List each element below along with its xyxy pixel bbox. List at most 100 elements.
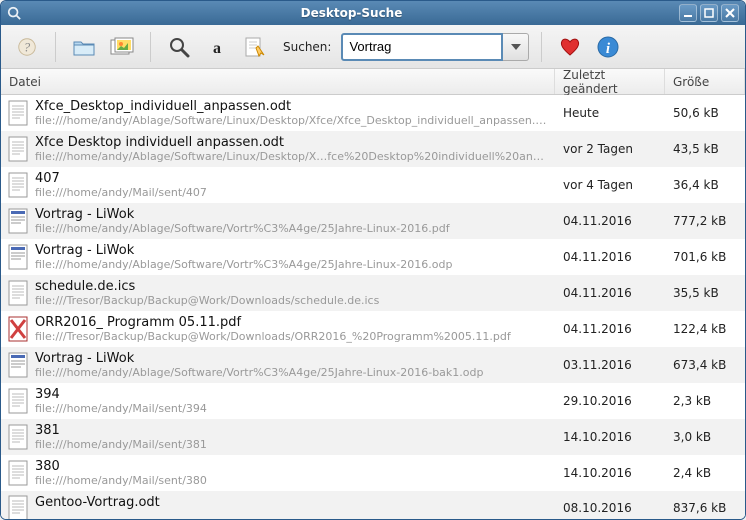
close-button[interactable] bbox=[721, 4, 739, 22]
file-type-icon bbox=[1, 131, 35, 167]
bold-button[interactable]: a bbox=[201, 31, 233, 63]
file-info: Gentoo-Vortrag.odt bbox=[35, 491, 555, 519]
result-row[interactable]: 407file:///home/andy/Mail/sent/407 vor 4 … bbox=[1, 167, 745, 203]
app-icon bbox=[7, 6, 21, 20]
file-type-icon bbox=[1, 95, 35, 131]
file-path: file:///Tresor/Backup/Backup@Work/Downlo… bbox=[35, 330, 549, 343]
file-name: Vortrag - LiWok bbox=[35, 207, 549, 222]
file-path: file:///home/andy/Ablage/Software/Vortr%… bbox=[35, 222, 549, 235]
file-path: file:///home/andy/Mail/sent/380 bbox=[35, 474, 549, 487]
column-header-size[interactable]: Größe bbox=[665, 69, 745, 94]
file-info: 380file:///home/andy/Mail/sent/380 bbox=[35, 455, 555, 491]
file-size: 122,4 kB bbox=[665, 311, 745, 347]
file-date: 04.11.2016 bbox=[555, 311, 665, 347]
file-name: 381 bbox=[35, 423, 549, 438]
file-date: 14.10.2016 bbox=[555, 419, 665, 455]
file-info: schedule.de.icsfile:///Tresor/Backup/Bac… bbox=[35, 275, 555, 311]
results-list: Xfce_Desktop_individuell_anpassen.odtfil… bbox=[1, 95, 745, 519]
file-size: 3,0 kB bbox=[665, 419, 745, 455]
help-button[interactable]: ? bbox=[11, 31, 43, 63]
file-name: Gentoo-Vortrag.odt bbox=[35, 495, 549, 510]
result-row[interactable]: Xfce Desktop individuell anpassen.odtfil… bbox=[1, 131, 745, 167]
file-info: Vortrag - LiWokfile:///home/andy/Ablage/… bbox=[35, 239, 555, 275]
file-path: file:///home/andy/Ablage/Software/Vortr%… bbox=[35, 366, 549, 379]
favorite-button[interactable] bbox=[554, 31, 586, 63]
file-path: file:///home/andy/Mail/sent/407 bbox=[35, 186, 549, 199]
file-type-icon bbox=[1, 383, 35, 419]
file-type-icon bbox=[1, 491, 35, 519]
file-size: 36,4 kB bbox=[665, 167, 745, 203]
file-size: 50,6 kB bbox=[665, 95, 745, 131]
search-wrap bbox=[341, 33, 529, 61]
file-size: 43,5 kB bbox=[665, 131, 745, 167]
file-info: ORR2016_ Programm 05.11.pdffile:///Treso… bbox=[35, 311, 555, 347]
column-header-date[interactable]: Zuletzt geändert bbox=[555, 69, 665, 94]
file-info: 394file:///home/andy/Mail/sent/394 bbox=[35, 383, 555, 419]
result-row[interactable]: Vortrag - LiWokfile:///home/andy/Ablage/… bbox=[1, 239, 745, 275]
file-date: vor 4 Tagen bbox=[555, 167, 665, 203]
file-type-icon bbox=[1, 311, 35, 347]
result-row[interactable]: 381file:///home/andy/Mail/sent/38114.10.… bbox=[1, 419, 745, 455]
titlebar: Desktop-Suche bbox=[1, 1, 745, 25]
search-dropdown-button[interactable] bbox=[503, 33, 529, 61]
image-button[interactable] bbox=[106, 31, 138, 63]
result-row[interactable]: Xfce_Desktop_individuell_anpassen.odtfil… bbox=[1, 95, 745, 131]
search-input[interactable] bbox=[341, 33, 503, 61]
file-path: file:///home/andy/Mail/sent/381 bbox=[35, 438, 549, 451]
svg-text:a: a bbox=[213, 40, 221, 57]
file-name: schedule.de.ics bbox=[35, 279, 549, 294]
file-info: 381file:///home/andy/Mail/sent/381 bbox=[35, 419, 555, 455]
file-type-icon bbox=[1, 347, 35, 383]
file-path: file:///home/andy/Ablage/Software/Linux/… bbox=[35, 150, 549, 163]
result-row[interactable]: ORR2016_ Programm 05.11.pdffile:///Treso… bbox=[1, 311, 745, 347]
minimize-button[interactable] bbox=[679, 4, 697, 22]
file-size: 35,5 kB bbox=[665, 275, 745, 311]
column-header-file[interactable]: Datei bbox=[1, 69, 555, 94]
folder-button[interactable] bbox=[68, 31, 100, 63]
search-tool-button[interactable] bbox=[163, 31, 195, 63]
svg-text:?: ? bbox=[24, 40, 31, 54]
file-date: Heute bbox=[555, 95, 665, 131]
file-size: 2,3 kB bbox=[665, 383, 745, 419]
file-path: file:///Tresor/Backup/Backup@Work/Downlo… bbox=[35, 294, 549, 307]
file-info: Xfce Desktop individuell anpassen.odtfil… bbox=[35, 131, 555, 167]
separator bbox=[541, 32, 542, 62]
info-button[interactable]: i bbox=[592, 31, 624, 63]
result-row[interactable]: 394file:///home/andy/Mail/sent/39429.10.… bbox=[1, 383, 745, 419]
result-row[interactable]: Vortrag - LiWokfile:///home/andy/Ablage/… bbox=[1, 347, 745, 383]
file-date: 14.10.2016 bbox=[555, 455, 665, 491]
file-type-icon bbox=[1, 455, 35, 491]
result-row[interactable]: Gentoo-Vortrag.odt 08.10.2016837,6 kB bbox=[1, 491, 745, 519]
file-date: vor 2 Tagen bbox=[555, 131, 665, 167]
result-row[interactable]: Vortrag - LiWokfile:///home/andy/Ablage/… bbox=[1, 203, 745, 239]
file-type-icon bbox=[1, 167, 35, 203]
select-button[interactable] bbox=[239, 31, 271, 63]
file-type-icon bbox=[1, 275, 35, 311]
file-path: file:///home/andy/Ablage/Software/Vortr%… bbox=[35, 258, 549, 271]
file-name: 407 bbox=[35, 171, 549, 186]
window-title: Desktop-Suche bbox=[27, 6, 676, 20]
maximize-button[interactable] bbox=[700, 4, 718, 22]
file-name: Xfce_Desktop_individuell_anpassen.odt bbox=[35, 99, 549, 114]
file-date: 08.10.2016 bbox=[555, 491, 665, 519]
file-name: Vortrag - LiWok bbox=[35, 351, 549, 366]
file-date: 04.11.2016 bbox=[555, 203, 665, 239]
file-type-icon bbox=[1, 419, 35, 455]
toolbar: ? a Suchen: i bbox=[1, 25, 745, 69]
column-headers: Datei Zuletzt geändert Größe bbox=[1, 69, 745, 95]
file-name: Xfce Desktop individuell anpassen.odt bbox=[35, 135, 549, 150]
result-row[interactable]: schedule.de.icsfile:///Tresor/Backup/Bac… bbox=[1, 275, 745, 311]
chevron-down-icon bbox=[511, 44, 521, 50]
file-size: 837,6 kB bbox=[665, 491, 745, 519]
file-info: Xfce_Desktop_individuell_anpassen.odtfil… bbox=[35, 95, 555, 131]
file-type-icon bbox=[1, 203, 35, 239]
file-size: 673,4 kB bbox=[665, 347, 745, 383]
file-date: 29.10.2016 bbox=[555, 383, 665, 419]
file-name: Vortrag - LiWok bbox=[35, 243, 549, 258]
file-size: 2,4 kB bbox=[665, 455, 745, 491]
file-path: file:///home/andy/Ablage/Software/Linux/… bbox=[35, 114, 549, 127]
file-info: Vortrag - LiWokfile:///home/andy/Ablage/… bbox=[35, 347, 555, 383]
file-date: 03.11.2016 bbox=[555, 347, 665, 383]
file-name: ORR2016_ Programm 05.11.pdf bbox=[35, 315, 549, 330]
result-row[interactable]: 380file:///home/andy/Mail/sent/38014.10.… bbox=[1, 455, 745, 491]
